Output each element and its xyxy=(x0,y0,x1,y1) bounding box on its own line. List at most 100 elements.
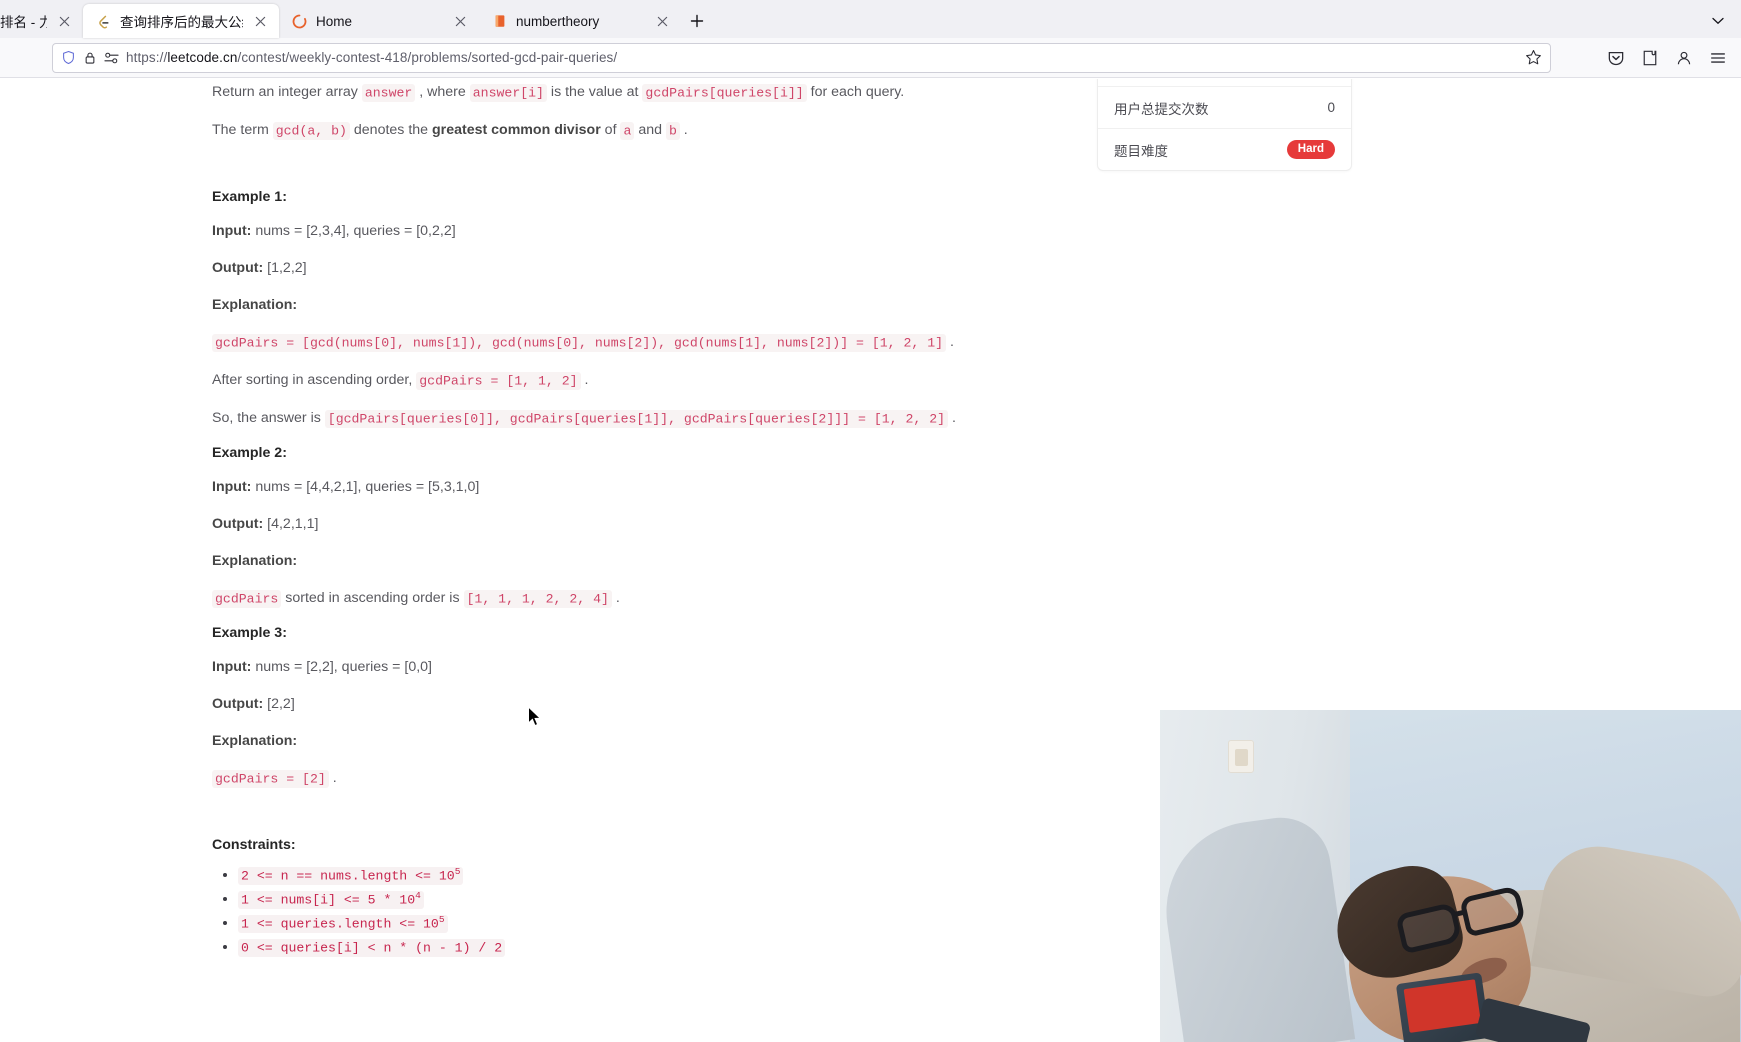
tab-strip-right-controls xyxy=(1701,4,1741,38)
constraints-list: 2 <= n == nums.length <= 105 1 <= nums[i… xyxy=(238,865,972,957)
example-3-input: Input: nums = [2,2], queries = [0,0] xyxy=(212,656,972,678)
text: Return an integer array xyxy=(212,84,362,100)
tab-title: 排名 - 力扣 xyxy=(0,15,47,30)
example-3-output: Output: [2,2] xyxy=(212,693,972,715)
address-bar[interactable]: https://leetcode.cn/contest/weekly-conte… xyxy=(52,42,1551,73)
browser-window: 排名 - 力扣 查询排序后的最大公约数 Hom xyxy=(0,0,1741,1042)
picture-in-picture-video[interactable] xyxy=(1160,710,1741,1042)
output-label: Output: xyxy=(212,260,264,276)
browser-tab-1[interactable]: 查询排序后的最大公约数 xyxy=(83,4,279,38)
bold-text: greatest common divisor xyxy=(432,122,601,138)
browser-tab-3[interactable]: numbertheory xyxy=(479,4,681,38)
output-value: [4,2,1,1] xyxy=(263,516,319,532)
explanation-label: Explanation: xyxy=(212,733,298,749)
close-icon[interactable] xyxy=(451,12,469,30)
input-value: nums = [2,3,4], queries = [0,2,2] xyxy=(251,223,456,239)
tab-title: 查询排序后的最大公约数 xyxy=(120,15,243,30)
bookmark-star-icon[interactable] xyxy=(1525,49,1542,66)
text: 1 <= nums[i] <= 5 * 10 xyxy=(241,892,416,907)
app-menu-icon[interactable] xyxy=(1703,43,1733,73)
browser-tab-0[interactable]: 排名 - 力扣 xyxy=(0,4,83,38)
info-value: 0 xyxy=(1327,100,1335,115)
account-icon[interactable] xyxy=(1669,43,1699,73)
example-2-exp-line-0: gcdPairs sorted in ascending order is [1… xyxy=(212,587,972,610)
close-icon[interactable] xyxy=(653,12,671,30)
new-tab-button[interactable] xyxy=(681,6,713,36)
example-3-explanation-label: Explanation: xyxy=(212,730,972,752)
input-value: nums = [2,2], queries = [0,0] xyxy=(251,659,432,675)
inline-code: [gcdPairs[queries[0]], gcdPairs[queries[… xyxy=(324,409,949,428)
text: 2 <= n == nums.length <= 10 xyxy=(241,868,455,883)
browser-tab-2[interactable]: Home xyxy=(279,4,479,38)
text: . xyxy=(679,122,688,138)
url-text[interactable]: https://leetcode.cn/contest/weekly-conte… xyxy=(126,50,617,65)
text: The term xyxy=(212,122,273,138)
text: 1 <= queries.length <= 10 xyxy=(241,916,439,931)
list-all-tabs-icon[interactable] xyxy=(1701,6,1735,36)
lock-icon[interactable] xyxy=(83,51,97,65)
text: is the value at xyxy=(546,84,643,100)
text: and xyxy=(634,122,666,138)
input-label: Input: xyxy=(212,223,252,239)
superscript: 5 xyxy=(454,865,461,877)
video-wall-switch xyxy=(1228,740,1254,773)
info-row-clipped xyxy=(1098,79,1351,86)
loading-icon xyxy=(291,13,308,30)
example-1-heading: Example 1: xyxy=(212,189,287,205)
shield-icon[interactable] xyxy=(61,50,76,65)
inline-code: answer[i] xyxy=(469,83,547,102)
save-to-pocket-icon[interactable] xyxy=(1601,43,1631,73)
inline-code: 2 <= n == nums.length <= 105 xyxy=(238,865,464,885)
close-icon[interactable] xyxy=(251,12,269,30)
example-3-exp-line-0: gcdPairs = [2] . xyxy=(212,767,972,790)
text: 0 <= queries[i] < n * (n - 1) / 2 xyxy=(241,940,503,955)
tab-title: numbertheory xyxy=(516,13,600,29)
example-2-output: Output: [4,2,1,1] xyxy=(212,513,972,535)
inline-code: gcdPairs xyxy=(212,589,282,608)
example-2-explanation-label: Explanation: xyxy=(212,550,972,572)
book-icon xyxy=(491,13,508,30)
text: , where xyxy=(415,84,470,100)
gcd-definition-paragraph: The term gcd(a, b) denotes the greatest … xyxy=(212,119,972,142)
status-badge: Hard xyxy=(1286,139,1335,160)
text: of xyxy=(600,122,621,138)
info-row-total-submissions: 用户总提交次数 0 xyxy=(1098,86,1351,128)
example-1-input: Input: nums = [2,3,4], queries = [0,2,2] xyxy=(212,220,972,242)
text: . xyxy=(948,410,956,426)
example-3-heading: Example 3: xyxy=(212,625,287,641)
inline-code: b xyxy=(665,121,680,140)
permissions-icon[interactable] xyxy=(104,52,119,64)
extensions-icon[interactable] xyxy=(1635,43,1665,73)
navigation-toolbar: https://leetcode.cn/contest/weekly-conte… xyxy=(0,38,1741,78)
problem-description: Return an integer array answer , where a… xyxy=(212,79,972,962)
constraints-heading: Constraints: xyxy=(212,837,296,853)
text: denotes the xyxy=(349,122,432,138)
inline-code: gcdPairs[queries[i]] xyxy=(642,83,807,102)
output-label: Output: xyxy=(212,516,264,532)
explanation-label: Explanation: xyxy=(212,553,298,569)
example-1-exp-line-1: After sorting in ascending order, gcdPai… xyxy=(212,369,972,392)
info-label: 题目难度 xyxy=(1114,143,1168,159)
tab-title: Home xyxy=(316,13,353,29)
text: . xyxy=(946,334,954,350)
example-1-exp-line-0: gcdPairs = [gcd(nums[0], nums[1]), gcd(n… xyxy=(212,331,972,354)
example-2-input: Input: nums = [4,4,2,1], queries = [5,3,… xyxy=(212,476,972,498)
inline-code: gcdPairs = [gcd(nums[0], nums[1]), gcd(n… xyxy=(212,333,947,352)
return-paragraph: Return an integer array answer , where a… xyxy=(212,81,972,104)
list-item: 1 <= queries.length <= 105 xyxy=(238,913,972,933)
inline-code: 1 <= queries.length <= 105 xyxy=(238,913,448,933)
text: sorted in ascending order is xyxy=(281,590,464,606)
info-row-difficulty: 题目难度 Hard xyxy=(1098,128,1351,170)
text: . xyxy=(580,372,589,388)
inline-code: gcdPairs = [1, 1, 2] xyxy=(416,371,581,390)
text: After sorting in ascending order, xyxy=(212,372,417,388)
input-label: Input: xyxy=(212,659,252,675)
text: . xyxy=(611,590,620,606)
list-item: 1 <= nums[i] <= 5 * 104 xyxy=(238,890,972,909)
leetcode-icon xyxy=(95,13,112,30)
output-label: Output: xyxy=(212,696,264,712)
output-value: [1,2,2] xyxy=(263,260,307,276)
close-icon[interactable] xyxy=(55,12,73,30)
superscript: 5 xyxy=(438,913,445,925)
